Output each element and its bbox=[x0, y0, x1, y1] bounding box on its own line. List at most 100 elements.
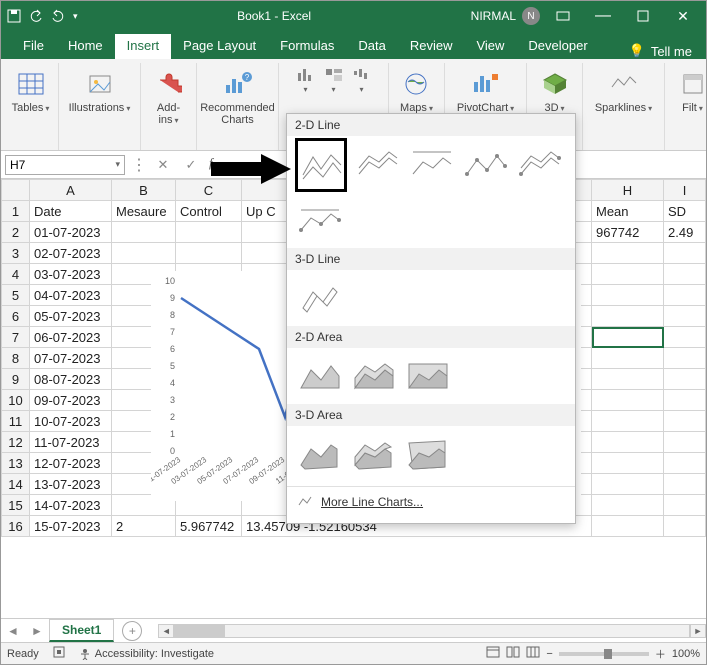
cell-B1[interactable]: Mesaure bbox=[112, 201, 176, 222]
column-chart-button[interactable]: ▾ bbox=[296, 67, 316, 94]
cell-C3[interactable] bbox=[176, 243, 242, 264]
cell-C16[interactable]: 5.967742 bbox=[176, 516, 242, 537]
cell-H1[interactable]: Mean bbox=[592, 201, 664, 222]
row-header[interactable]: 9 bbox=[2, 369, 30, 390]
cell-A10[interactable]: 09-07-2023 bbox=[30, 390, 112, 411]
tab-developer[interactable]: Developer bbox=[516, 34, 599, 59]
cell-I14[interactable] bbox=[664, 474, 706, 495]
row-header[interactable]: 10 bbox=[2, 390, 30, 411]
recommended-charts-button[interactable]: ? Recommended Charts bbox=[196, 67, 279, 128]
cell-I9[interactable] bbox=[664, 369, 706, 390]
cell-A3[interactable]: 02-07-2023 bbox=[30, 243, 112, 264]
cell-C1[interactable]: Control bbox=[176, 201, 242, 222]
cell-H8[interactable] bbox=[592, 348, 664, 369]
sparklines-button[interactable]: Sparklines bbox=[591, 67, 656, 116]
cell-I2[interactable]: 2.49 bbox=[664, 222, 706, 243]
cell-I13[interactable] bbox=[664, 453, 706, 474]
zoom-level[interactable]: 100% bbox=[672, 648, 700, 660]
cell-I10[interactable] bbox=[664, 390, 706, 411]
scroll-left-icon[interactable]: ◄ bbox=[158, 624, 174, 638]
row-header[interactable]: 1 bbox=[2, 201, 30, 222]
cell-B2[interactable] bbox=[112, 222, 176, 243]
100-stacked-line-markers-option[interactable] bbox=[295, 200, 343, 240]
row-header[interactable]: 8 bbox=[2, 348, 30, 369]
cancel-formula-button[interactable]: ✕ bbox=[151, 155, 175, 175]
name-box[interactable]: H7 ▾ bbox=[5, 155, 125, 175]
cell-H5[interactable] bbox=[592, 285, 664, 306]
3d-line-option[interactable] bbox=[295, 278, 343, 318]
tab-pagelayout[interactable]: Page Layout bbox=[171, 34, 268, 59]
cell-H4[interactable] bbox=[592, 264, 664, 285]
cell-I8[interactable] bbox=[664, 348, 706, 369]
col-header-H[interactable]: H bbox=[592, 180, 664, 201]
cell-I1[interactable]: SD bbox=[664, 201, 706, 222]
cell-I5[interactable] bbox=[664, 285, 706, 306]
cell-I4[interactable] bbox=[664, 264, 706, 285]
cell-H10[interactable] bbox=[592, 390, 664, 411]
cell-H7[interactable] bbox=[592, 327, 664, 348]
cell-A6[interactable]: 05-07-2023 bbox=[30, 306, 112, 327]
cell-H12[interactable] bbox=[592, 432, 664, 453]
cell-A14[interactable]: 13-07-2023 bbox=[30, 474, 112, 495]
row-header[interactable]: 5 bbox=[2, 285, 30, 306]
3d-button[interactable]: 3D bbox=[536, 67, 574, 116]
cell-A8[interactable]: 07-07-2023 bbox=[30, 348, 112, 369]
macro-record-icon[interactable] bbox=[53, 646, 65, 661]
addins-button[interactable]: Add- ins bbox=[150, 67, 188, 128]
cell-A9[interactable]: 08-07-2023 bbox=[30, 369, 112, 390]
tab-data[interactable]: Data bbox=[346, 34, 397, 59]
col-header-B[interactable]: B bbox=[112, 180, 176, 201]
row-header[interactable]: 6 bbox=[2, 306, 30, 327]
cell-H9[interactable] bbox=[592, 369, 664, 390]
stacked-line-markers-option[interactable] bbox=[515, 144, 563, 184]
zoom-in-button[interactable]: ＋ bbox=[655, 646, 666, 662]
minimize-icon[interactable]: — bbox=[588, 1, 618, 31]
view-pagebreak-icon[interactable] bbox=[526, 646, 540, 661]
col-header-I[interactable]: I bbox=[664, 180, 706, 201]
formula-menu-icon[interactable]: ⋮ bbox=[131, 155, 147, 175]
row-header[interactable]: 13 bbox=[2, 453, 30, 474]
row-header[interactable]: 15 bbox=[2, 495, 30, 516]
cell-A4[interactable]: 03-07-2023 bbox=[30, 264, 112, 285]
cell-H2[interactable]: 967742 bbox=[592, 222, 664, 243]
stacked-area-option[interactable] bbox=[349, 356, 397, 396]
cell-I7[interactable] bbox=[664, 327, 706, 348]
cell-H3[interactable] bbox=[592, 243, 664, 264]
cell-I15[interactable] bbox=[664, 495, 706, 516]
row-header[interactable]: 4 bbox=[2, 264, 30, 285]
enter-formula-button[interactable]: ✓ bbox=[179, 155, 203, 175]
cell-I3[interactable] bbox=[664, 243, 706, 264]
cell-A15[interactable]: 14-07-2023 bbox=[30, 495, 112, 516]
tab-home[interactable]: Home bbox=[56, 34, 115, 59]
3d-stacked-area-option[interactable] bbox=[349, 434, 397, 474]
tables-button[interactable]: Tables bbox=[8, 67, 54, 116]
stacked-line-option[interactable] bbox=[353, 144, 401, 184]
area-option[interactable] bbox=[295, 356, 343, 396]
view-normal-icon[interactable] bbox=[486, 646, 500, 661]
horizontal-scrollbar[interactable]: ◄ ► bbox=[158, 624, 706, 638]
zoom-slider[interactable] bbox=[559, 652, 649, 656]
pivotchart-button[interactable]: PivotChart bbox=[453, 67, 518, 116]
illustrations-button[interactable]: Illustrations bbox=[65, 67, 135, 116]
cell-H16[interactable] bbox=[592, 516, 664, 537]
cell-A2[interactable]: 01-07-2023 bbox=[30, 222, 112, 243]
cell-A7[interactable]: 06-07-2023 bbox=[30, 327, 112, 348]
zoom-out-button[interactable]: − bbox=[546, 648, 552, 660]
maximize-icon[interactable] bbox=[628, 1, 658, 31]
cell-A11[interactable]: 10-07-2023 bbox=[30, 411, 112, 432]
cell-B3[interactable] bbox=[112, 243, 176, 264]
cell-A1[interactable]: Date bbox=[30, 201, 112, 222]
scroll-right-icon[interactable]: ► bbox=[690, 624, 706, 638]
sheet-nav-prev[interactable]: ◄ bbox=[1, 624, 25, 638]
cell-A13[interactable]: 12-07-2023 bbox=[30, 453, 112, 474]
cell-H15[interactable] bbox=[592, 495, 664, 516]
tab-file[interactable]: File bbox=[11, 34, 56, 59]
row-header[interactable]: 7 bbox=[2, 327, 30, 348]
line-chart-option[interactable] bbox=[295, 138, 347, 192]
row-header[interactable]: 16 bbox=[2, 516, 30, 537]
row-header[interactable]: 12 bbox=[2, 432, 30, 453]
100-stacked-line-option[interactable] bbox=[407, 144, 455, 184]
cell-I16[interactable] bbox=[664, 516, 706, 537]
tab-review[interactable]: Review bbox=[398, 34, 465, 59]
view-pagelayout-icon[interactable] bbox=[506, 646, 520, 661]
